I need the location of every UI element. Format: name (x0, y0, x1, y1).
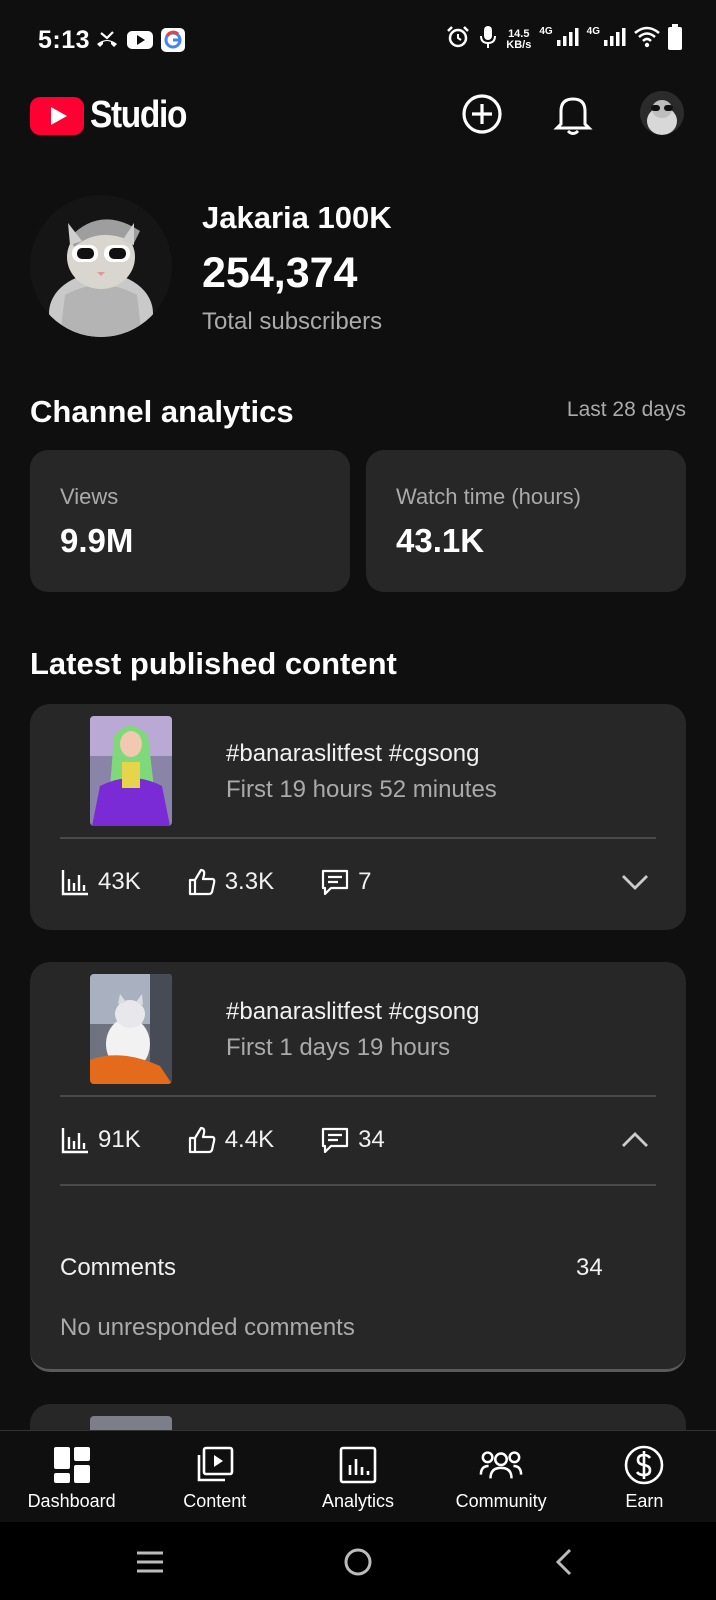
likes-stat: 3.3K (187, 867, 274, 897)
home-circle-icon (344, 1548, 372, 1576)
video-age: First 1 days 19 hours (226, 1034, 451, 1061)
comment-icon (321, 1127, 349, 1154)
bottom-nav: Dashboard Content Analytics Community Ea… (0, 1430, 716, 1522)
comments-count: 34 (576, 1254, 603, 1281)
content-icon (197, 1446, 234, 1482)
account-avatar[interactable] (640, 91, 684, 135)
back-arrow-icon (555, 1548, 572, 1576)
create-button[interactable] (458, 90, 506, 138)
thumb-up-icon (188, 868, 216, 896)
mic-icon (478, 25, 498, 54)
app-header: Studio (0, 80, 716, 170)
menu-icon (137, 1551, 163, 1573)
analytics-icon (339, 1446, 377, 1484)
google-icon (161, 28, 185, 57)
video-age: First 19 hours 52 minutes (226, 776, 497, 803)
divider (60, 1095, 656, 1097)
status-time: 5:13 (38, 26, 91, 54)
create-icon (462, 94, 502, 134)
comments-stat: 7 (320, 867, 371, 897)
comments-stat: 34 (320, 1125, 385, 1155)
wifi-icon (634, 26, 660, 53)
app-name: Studio (90, 94, 187, 136)
latest-content-title: Latest published content (30, 646, 397, 681)
collapse-button[interactable] (620, 1125, 650, 1155)
system-nav-bar (0, 1522, 716, 1600)
video-thumbnail[interactable] (90, 974, 172, 1084)
youtube-icon (127, 30, 153, 55)
battery-icon (668, 24, 682, 55)
signal-icon (556, 28, 579, 51)
status-bar: 5:13 14.5 KB/s 4G 4G (0, 0, 716, 80)
channel-avatar[interactable] (30, 195, 172, 337)
net-speed: 14.5 KB/s (506, 27, 532, 51)
nav-analytics[interactable]: Analytics (286, 1431, 429, 1523)
bar-chart-icon (61, 1128, 88, 1154)
content-card[interactable]: #banaraslitfest #cgsong First 19 hours 5… (30, 704, 686, 930)
video-stats-row: 91K 4.4K 34 (60, 1122, 385, 1158)
recents-button[interactable] (128, 1540, 172, 1584)
likes-stat: 4.4K (187, 1125, 274, 1155)
earn-icon (625, 1445, 664, 1485)
expand-button[interactable] (620, 867, 650, 897)
signal-icon (604, 28, 626, 51)
channel-name: Jakaria 100K (202, 200, 392, 235)
nav-community[interactable]: Community (430, 1431, 573, 1523)
video-title: #banaraslitfest #cgsong (226, 740, 480, 767)
nav-earn[interactable]: Earn (573, 1431, 716, 1523)
chevron-down-icon (622, 875, 648, 890)
content-card[interactable]: #banaraslitfest #cgsong First 1 days 19 … (30, 962, 686, 1372)
subscriber-label: Total subscribers (202, 308, 383, 335)
analytics-period: Last 28 days (566, 398, 686, 421)
comment-icon (321, 869, 349, 896)
video-thumbnail[interactable] (90, 716, 172, 826)
views-label: Views (60, 484, 119, 509)
watch-time-label: Watch time (hours) (396, 484, 582, 509)
channel-analytics-title: Channel analytics (30, 394, 294, 429)
video-title: #banaraslitfest #cgsong (226, 998, 480, 1025)
comments-label: Comments (60, 1254, 177, 1281)
views-card[interactable]: Views 9.9M (30, 450, 350, 592)
views-stat: 91K (60, 1125, 141, 1155)
back-button[interactable] (542, 1540, 586, 1584)
alarm-icon (446, 25, 470, 54)
thumb-up-icon (188, 1126, 216, 1154)
unresponded-comments-text: No unresponded comments (60, 1314, 355, 1341)
bar-chart-icon (61, 870, 88, 896)
divider (60, 1184, 656, 1186)
watch-time-card[interactable]: Watch time (hours) 43.1K (366, 450, 686, 592)
notifications-icon (553, 97, 593, 135)
video-stats-row: 43K 3.3K 7 (60, 864, 371, 900)
divider (60, 837, 656, 839)
subscriber-count: 254,374 (202, 249, 358, 297)
notifications-button[interactable] (549, 90, 597, 138)
dashboard-icon (53, 1447, 90, 1483)
nav-content[interactable]: Content (143, 1431, 286, 1523)
community-icon (479, 1451, 523, 1479)
watch-time-value: 43.1K (396, 522, 485, 559)
studio-logo[interactable]: Studio (30, 94, 199, 137)
nav-dashboard[interactable]: Dashboard (0, 1431, 143, 1523)
missed-call-icon (95, 29, 119, 56)
views-stat: 43K (60, 867, 141, 897)
home-button[interactable] (336, 1540, 380, 1584)
youtube-logo-icon (30, 96, 84, 135)
views-value: 9.9M (60, 522, 134, 559)
chevron-up-icon (622, 1132, 648, 1147)
